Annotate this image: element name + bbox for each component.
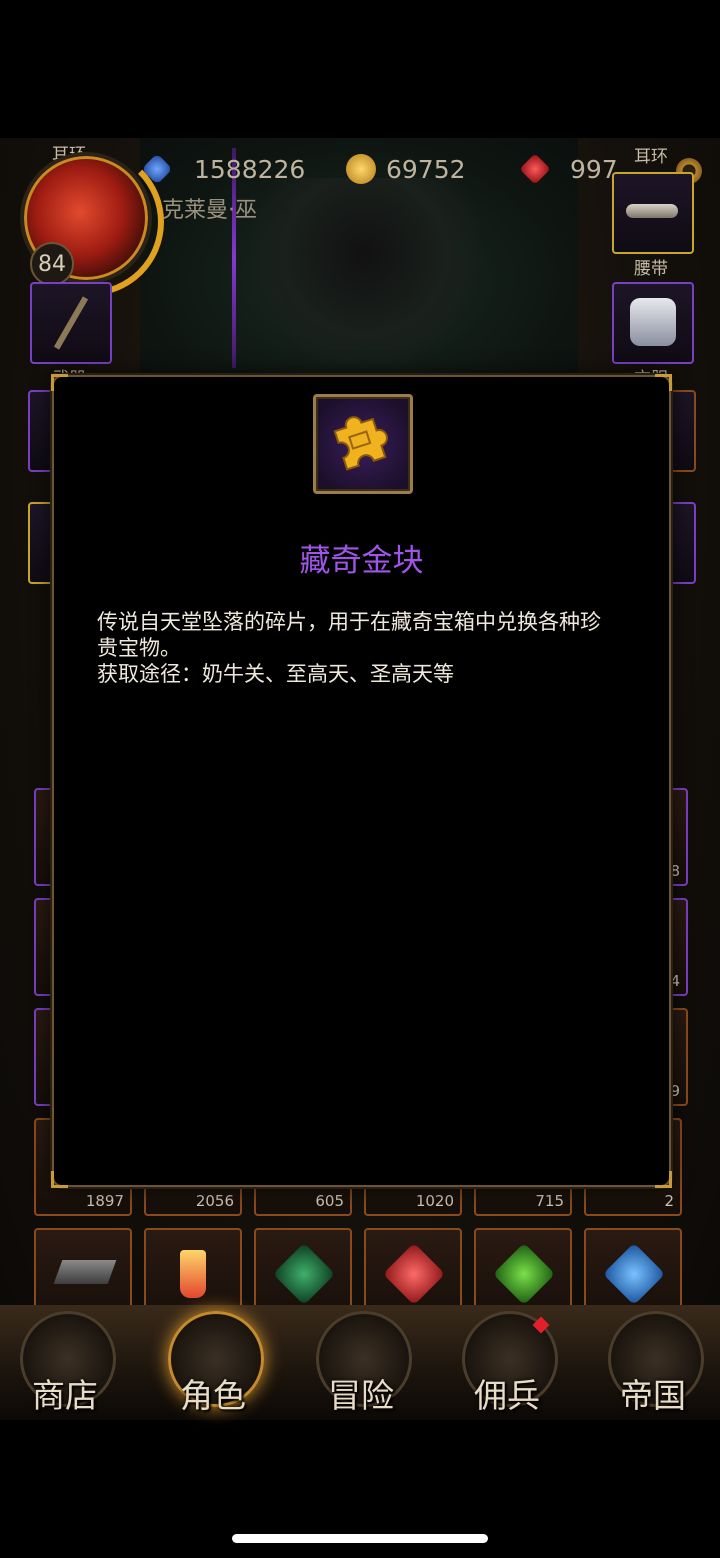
nav-character[interactable]: 角色 xyxy=(158,1305,268,1420)
item-description: 传说自天堂坠落的碎片，用于在藏奇宝箱中兑换各种珍 贵宝物。 获取途径：奶牛关、至… xyxy=(97,610,601,686)
armor-slot[interactable] xyxy=(612,282,694,364)
nav-adventure[interactable]: 冒险 xyxy=(306,1305,416,1420)
item-count: 1020 xyxy=(415,1192,454,1210)
belt-label: 腰带 xyxy=(634,259,668,279)
dark-wings xyxy=(250,178,480,368)
currency-gold: 69752 xyxy=(346,152,466,186)
gold-value: 69752 xyxy=(386,154,466,184)
currency-gem: 997 xyxy=(519,152,618,186)
frame-corner xyxy=(51,374,68,391)
gem-value: 997 xyxy=(570,154,618,184)
belt-icon xyxy=(626,204,678,218)
item-count: 2 xyxy=(664,1192,674,1210)
green-gem-icon xyxy=(272,1242,336,1306)
item-count: 1897 xyxy=(85,1192,124,1210)
red-gem-icon xyxy=(382,1242,446,1306)
iron-bar-icon xyxy=(53,1260,117,1284)
item-icon-frame xyxy=(313,394,413,494)
nav-adventure-label: 冒险 xyxy=(328,1376,394,1415)
crystal-value: 1588226 xyxy=(194,154,306,184)
item-count: 715 xyxy=(535,1192,564,1210)
red-gem-icon xyxy=(519,153,551,185)
currency-crystal: 1588226 xyxy=(141,152,306,186)
item-count: 605 xyxy=(315,1192,344,1210)
player-name: 克莱曼·巫 xyxy=(162,198,257,223)
item-count: 8 xyxy=(670,862,680,880)
nav-empire[interactable]: 帝国 xyxy=(598,1305,708,1420)
drink-icon xyxy=(180,1250,206,1298)
nav-empire-label: 帝国 xyxy=(620,1376,686,1415)
nav-mercenary[interactable]: 佣兵 xyxy=(452,1305,562,1420)
nav-mercenary-label: 佣兵 xyxy=(474,1376,540,1415)
item-info-dialog[interactable]: 藏奇金块 传说自天堂坠落的碎片，用于在藏奇宝箱中兑换各种珍 贵宝物。 获取途径：… xyxy=(51,374,672,1188)
nav-character-label: 角色 xyxy=(180,1376,246,1415)
item-count: 4 xyxy=(670,972,680,990)
belt-slot[interactable] xyxy=(612,172,694,254)
gold-coin-icon xyxy=(346,154,376,184)
weapon-slot[interactable] xyxy=(30,282,112,364)
frame-corner xyxy=(51,1171,68,1188)
armor-icon xyxy=(630,298,676,346)
frame-corner xyxy=(655,374,672,391)
emerald-gem-icon xyxy=(492,1242,556,1306)
bottom-nav: 商店 角色 冒险 佣兵 帝国 xyxy=(0,1305,720,1420)
item-count: 9 xyxy=(670,1082,680,1100)
blue-gem-icon xyxy=(602,1242,666,1306)
nav-shop-label: 商店 xyxy=(32,1376,98,1415)
axe-icon xyxy=(53,296,89,350)
player-level-badge: 84 xyxy=(30,242,74,286)
nav-shop[interactable]: 商店 xyxy=(10,1305,120,1420)
home-indicator[interactable] xyxy=(232,1534,488,1543)
item-name: 藏奇金块 xyxy=(299,543,424,579)
frame-corner xyxy=(655,1171,672,1188)
golden-puzzle-piece-icon xyxy=(333,416,388,471)
item-count: 2056 xyxy=(195,1192,234,1210)
